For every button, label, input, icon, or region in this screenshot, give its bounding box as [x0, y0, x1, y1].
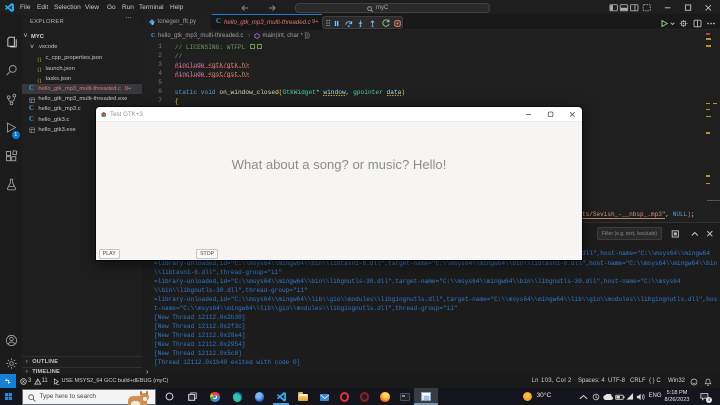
svg-text:{ }: { } — [37, 77, 41, 82]
svg-text:{ }: { } — [37, 67, 41, 72]
svg-text:{ }: { } — [37, 56, 41, 61]
